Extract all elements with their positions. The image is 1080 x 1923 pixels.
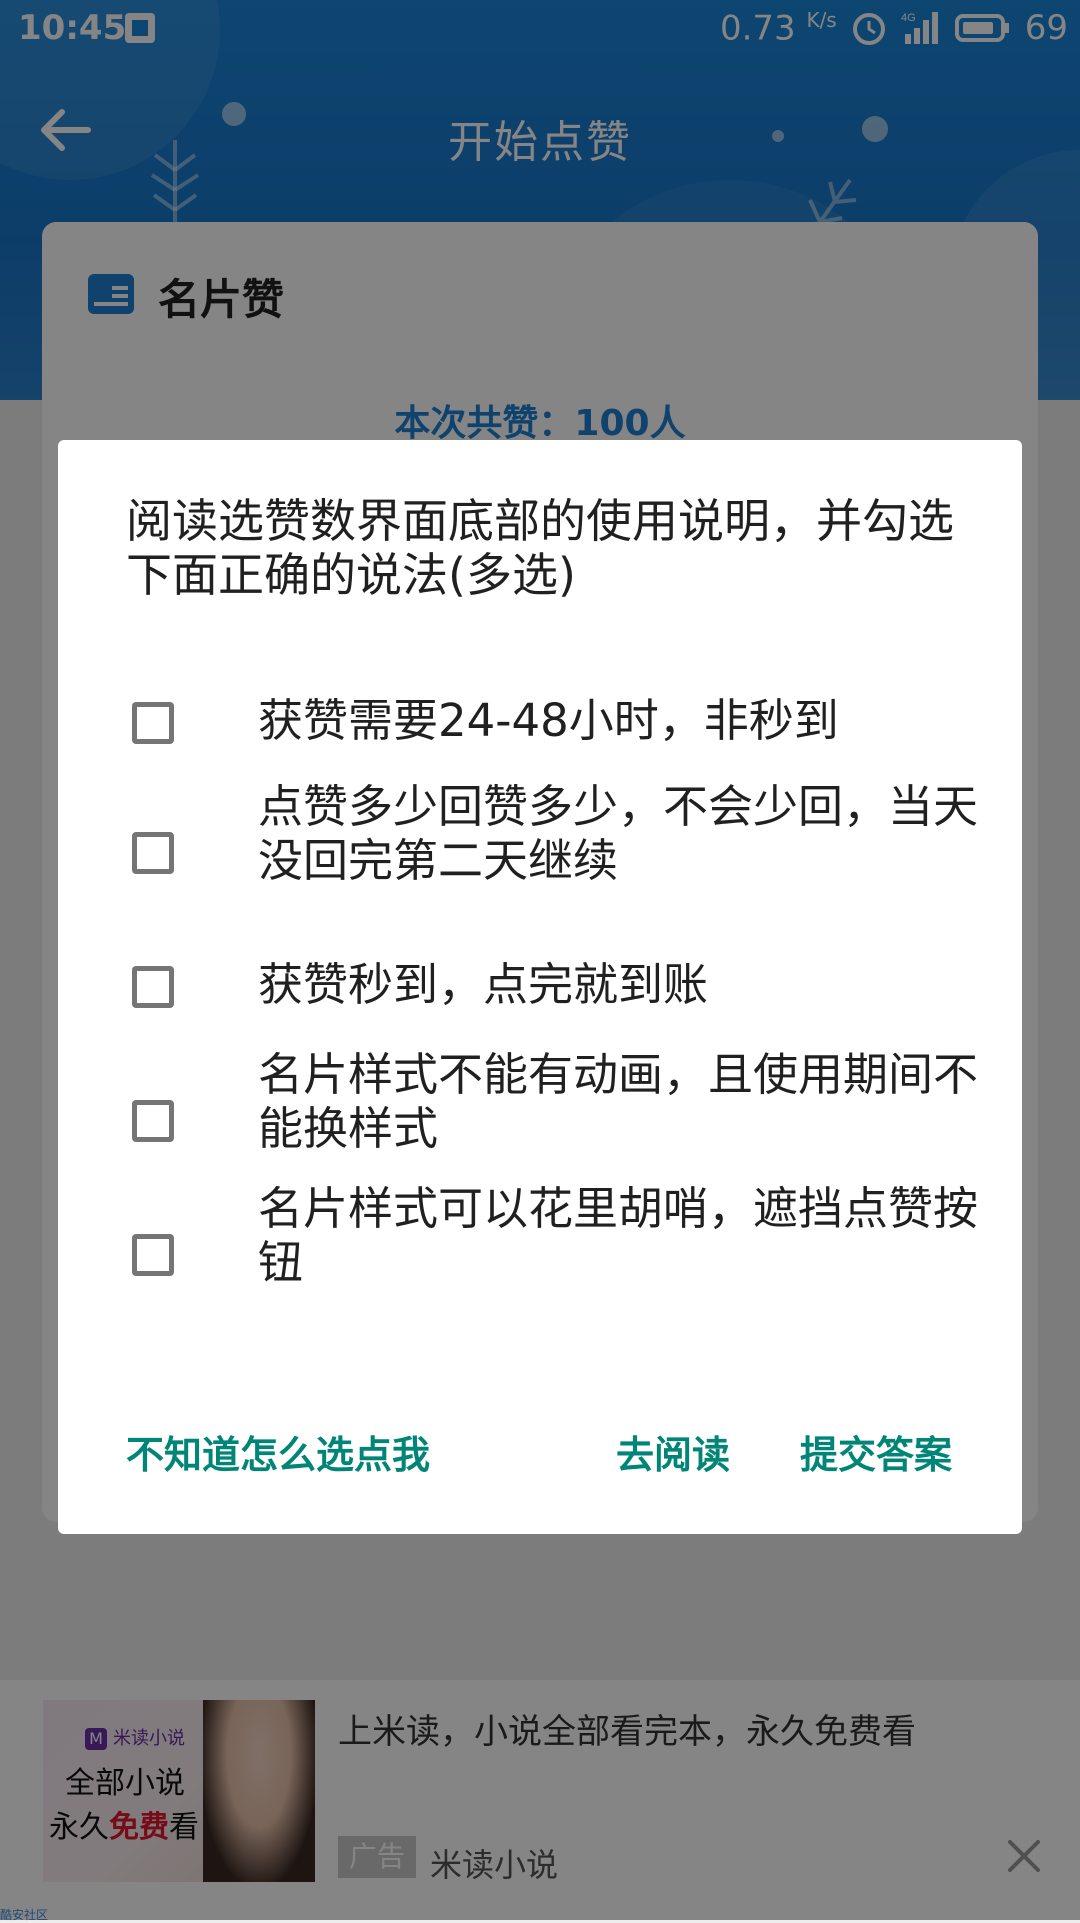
checkbox[interactable] (132, 832, 174, 874)
option-label: 获赞秒到，点完就到账 (258, 958, 709, 1011)
dialog-title: 阅读选赞数界面底部的使用说明，并勾选下面正确的说法(多选) (126, 494, 954, 602)
option-item[interactable]: 获赞需要24-48小时，非秒到 (58, 670, 1022, 780)
read-button[interactable]: 去阅读 (616, 1424, 730, 1479)
quiz-dialog: 阅读选赞数界面底部的使用说明，并勾选下面正确的说法(多选) 获赞需要24-48小… (58, 440, 1022, 1534)
help-button[interactable]: 不知道怎么选点我 (126, 1424, 430, 1479)
submit-button[interactable]: 提交答案 (800, 1424, 952, 1479)
checkbox[interactable] (132, 1100, 174, 1142)
option-item[interactable]: 名片样式不能有动画，且使用期间不能换样式 (58, 1048, 1022, 1158)
checkbox[interactable] (132, 966, 174, 1008)
checkbox[interactable] (132, 1234, 174, 1276)
option-item[interactable]: 获赞秒到，点完就到账 (58, 914, 1022, 1024)
option-label: 名片样式可以花里胡哨，遮挡点赞按钮 (258, 1182, 979, 1289)
option-label: 获赞需要24-48小时，非秒到 (258, 694, 839, 747)
option-label: 点赞多少回赞多少，不会少回，当天没回完第二天继续 (258, 780, 979, 887)
option-label: 名片样式不能有动画，且使用期间不能换样式 (258, 1048, 979, 1155)
option-item[interactable]: 点赞多少回赞多少，不会少回，当天没回完第二天继续 (58, 780, 1022, 890)
option-item[interactable]: 名片样式可以花里胡哨，遮挡点赞按钮 (58, 1182, 1022, 1292)
checkbox[interactable] (132, 702, 174, 744)
